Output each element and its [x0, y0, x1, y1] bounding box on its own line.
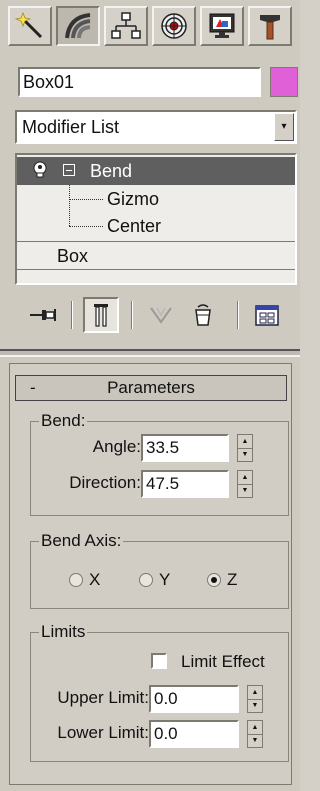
pin-stack-button[interactable] [25, 297, 61, 333]
bend-axis-group: Bend Axis: X Y Z [30, 531, 289, 609]
lower-limit-spinner[interactable]: ▲ ▼ [247, 720, 263, 748]
command-panel-tabs [8, 6, 292, 50]
stack-item-bend[interactable]: Bend [17, 157, 295, 185]
stack-item-gizmo[interactable]: Gizmo [17, 185, 295, 213]
stack-item-box[interactable]: Box [17, 242, 295, 270]
limit-effect-checkbox[interactable] [151, 653, 167, 669]
show-end-result-button[interactable] [83, 297, 119, 333]
toolbar-divider [131, 301, 133, 329]
axis-x-radio[interactable]: X [69, 570, 100, 590]
create-wand-icon [15, 11, 43, 39]
pin-icon [30, 309, 56, 321]
lightbulb-icon[interactable] [31, 160, 49, 180]
stack-item-label: Box [57, 246, 89, 266]
chevron-down-icon[interactable]: ▾ [274, 113, 294, 141]
radio-label: Z [227, 570, 238, 589]
direction-input[interactable]: 47.5 [141, 470, 229, 498]
hammer-icon [260, 15, 280, 40]
upper-limit-label: Upper Limit: [57, 688, 149, 707]
object-color-swatch[interactable] [270, 67, 298, 97]
stack-item-label: Gizmo [107, 189, 160, 209]
toolbar-divider [237, 301, 239, 329]
spinner-up-icon[interactable]: ▲ [248, 721, 262, 735]
stack-item-label: Center [107, 216, 162, 236]
parameters-rollout-header[interactable]: - Parameters [15, 375, 287, 401]
spinner-up-icon[interactable]: ▲ [238, 435, 252, 449]
motion-icon [161, 13, 187, 39]
configure-icon [255, 305, 279, 326]
stack-item-center[interactable]: Center [17, 212, 295, 240]
tab-motion[interactable] [152, 6, 196, 46]
modifier-list-dropdown[interactable]: Modifier List ▾ [15, 110, 297, 144]
group-label: Bend Axis: [39, 531, 124, 551]
direction-label: Direction: [69, 473, 141, 492]
radio-circle [207, 573, 221, 587]
toolbar-divider [71, 301, 73, 329]
object-name-field[interactable]: Box01 [18, 67, 261, 97]
modifier-list-label: Modifier List [22, 117, 120, 137]
stack-item-label: Bend [90, 161, 133, 181]
end-result-icon [94, 304, 108, 327]
axis-y-radio[interactable]: Y [139, 570, 170, 590]
display-monitor-icon [209, 13, 235, 38]
direction-spinner[interactable]: ▲ ▼ [237, 470, 253, 498]
spinner-down-icon[interactable]: ▼ [248, 699, 262, 712]
radio-circle [69, 573, 83, 587]
modify-rainbow-icon [65, 13, 91, 39]
hierarchy-icon [111, 12, 141, 39]
group-label: Bend: [39, 411, 88, 431]
tab-modify[interactable] [56, 6, 100, 46]
configure-sets-button[interactable] [249, 297, 285, 333]
spinner-down-icon[interactable]: ▼ [238, 448, 252, 461]
upper-limit-input[interactable]: 0.0 [149, 685, 239, 713]
lower-limit-input[interactable]: 0.0 [149, 720, 239, 748]
axis-z-radio[interactable]: Z [207, 570, 237, 590]
angle-input[interactable]: 33.5 [141, 434, 229, 462]
tab-create[interactable] [8, 6, 52, 46]
modifier-stack[interactable]: Bend Gizmo Center Box [15, 153, 297, 285]
rollout-title: Parameters [107, 378, 195, 397]
spinner-up-icon[interactable]: ▲ [238, 471, 252, 485]
stack-divider [17, 269, 295, 270]
collapse-icon[interactable] [63, 164, 75, 176]
group-label: Limits [39, 622, 88, 642]
angle-spinner[interactable]: ▲ ▼ [237, 434, 253, 462]
spinner-up-icon[interactable]: ▲ [248, 686, 262, 700]
spinner-down-icon[interactable]: ▼ [238, 484, 252, 497]
upper-limit-spinner[interactable]: ▲ ▼ [247, 685, 263, 713]
radio-circle [139, 573, 153, 587]
limits-group: Limits Limit Effect Upper Limit: 0.0 ▲ ▼… [30, 622, 289, 762]
angle-label: Angle: [92, 437, 141, 456]
make-unique-button[interactable] [143, 297, 179, 333]
make-unique-icon [150, 307, 172, 324]
limit-effect-label: Limit Effect [181, 652, 265, 671]
stack-toolbar [15, 293, 297, 337]
trash-icon [195, 304, 211, 326]
tab-hierarchy[interactable] [104, 6, 148, 46]
command-panel: Box01 Modifier List ▾ Bend Gizmo Center … [0, 0, 300, 791]
panel-splitter[interactable] [0, 349, 300, 357]
tab-display[interactable] [200, 6, 244, 46]
remove-modifier-button[interactable] [185, 297, 221, 333]
parameters-rollout: - Parameters Bend: Angle: 33.5 ▲ ▼ Direc… [9, 363, 292, 785]
bend-group: Bend: Angle: 33.5 ▲ ▼ Direction: 47.5 ▲ … [30, 411, 289, 516]
radio-label: Y [159, 570, 171, 589]
radio-label: X [89, 570, 101, 589]
lower-limit-label: Lower Limit: [57, 723, 149, 742]
spinner-down-icon[interactable]: ▼ [248, 734, 262, 747]
tab-utilities[interactable] [248, 6, 292, 46]
